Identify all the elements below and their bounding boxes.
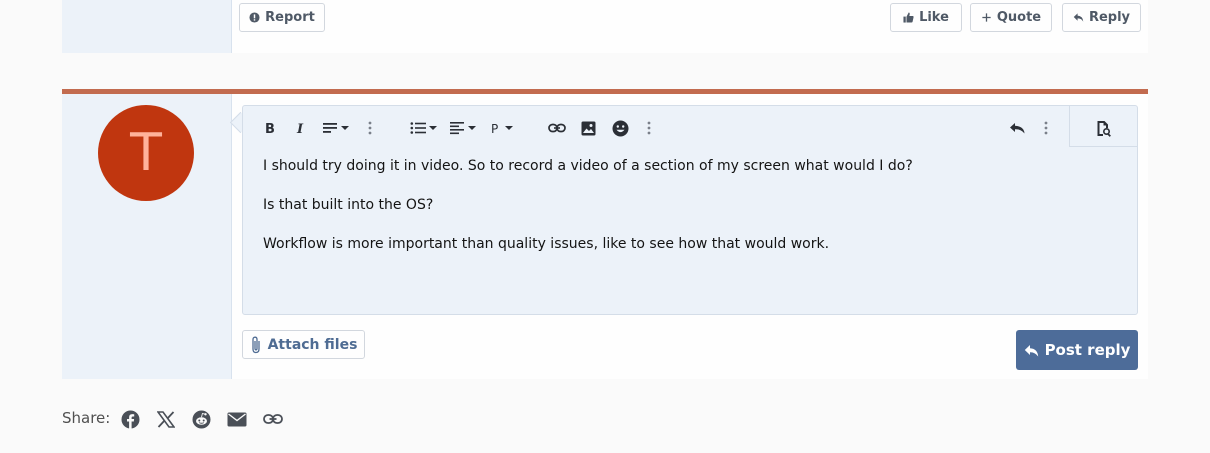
more-editor-options-button[interactable]: [1044, 119, 1048, 137]
paragraph-format-button[interactable]: [322, 119, 349, 137]
insert-link-button[interactable]: [548, 119, 566, 137]
avatar[interactable]: T: [98, 105, 194, 201]
chevron-down-icon: [341, 126, 349, 130]
attach-files-label: Attach files: [267, 336, 358, 353]
reply-label: Reply: [1088, 10, 1131, 25]
list-button[interactable]: [410, 119, 437, 137]
facebook-icon: [121, 410, 139, 428]
paragraph-format-icon: [323, 123, 337, 133]
plus-icon: [982, 13, 991, 22]
attach-files-button[interactable]: Attach files: [242, 330, 365, 359]
chevron-down-icon: [505, 126, 513, 130]
svg-text:B: B: [265, 122, 275, 136]
thumbs-up-icon: [903, 12, 914, 23]
more-vertical-icon: [1044, 121, 1048, 135]
chevron-down-icon: [429, 126, 437, 130]
x-share-button[interactable]: [155, 408, 177, 430]
email-icon: [227, 412, 247, 426]
message-line: I should try doing it in video. So to re…: [263, 158, 913, 174]
quote-button[interactable]: Quote: [970, 3, 1052, 32]
more-vertical-icon: [647, 121, 651, 135]
like-label: Like: [919, 10, 949, 25]
message-line: Workflow is more important than quality …: [263, 236, 830, 252]
more-insert-options-button[interactable]: [647, 119, 651, 137]
like-button[interactable]: Like: [890, 3, 962, 32]
more-vertical-icon: [368, 121, 372, 135]
align-left-icon: [450, 122, 464, 135]
link-icon: [263, 414, 283, 424]
list-icon: [410, 122, 426, 134]
reply-icon: [1073, 13, 1084, 22]
reply-button[interactable]: Reply: [1062, 3, 1141, 32]
italic-button[interactable]: I: [295, 119, 309, 137]
message-line: Is that built into the OS?: [263, 197, 434, 213]
report-label: Report: [265, 10, 315, 25]
insert-image-button[interactable]: [581, 119, 596, 137]
paragraph-style-button[interactable]: P: [490, 119, 513, 137]
more-options-button[interactable]: [368, 119, 372, 137]
svg-text:P: P: [491, 122, 498, 135]
post-reply-label: Post reply: [1044, 341, 1131, 359]
copy-link-button[interactable]: [262, 408, 284, 430]
undo-button[interactable]: [1009, 119, 1026, 137]
quote-label: Quote: [996, 10, 1042, 25]
preview-icon: [1097, 120, 1111, 137]
svg-text:I: I: [296, 122, 304, 136]
reddit-icon: [192, 410, 210, 428]
italic-icon: I: [296, 122, 304, 136]
reply-icon: [1024, 344, 1038, 356]
reddit-share-button[interactable]: [190, 408, 212, 430]
emoji-button[interactable]: [612, 119, 629, 137]
bold-icon: B: [265, 122, 275, 136]
previous-post-user-column: [62, 0, 232, 53]
paragraph-style-icon: P: [491, 122, 498, 135]
preview-button[interactable]: [1096, 119, 1112, 137]
align-button[interactable]: [449, 119, 476, 137]
share-label: Share:: [62, 409, 111, 427]
alert-icon: [249, 12, 260, 23]
bold-button[interactable]: B: [263, 119, 277, 137]
undo-icon: [1010, 123, 1025, 134]
x-icon: [157, 410, 175, 428]
link-icon: [548, 123, 566, 133]
facebook-share-button[interactable]: [119, 408, 141, 430]
report-button[interactable]: Report: [239, 3, 325, 32]
image-icon: [581, 121, 596, 135]
post-reply-button[interactable]: Post reply: [1016, 330, 1138, 370]
paperclip-icon: [251, 336, 260, 353]
previous-post-footer: Report Like Quote Reply: [232, 0, 1148, 53]
emoji-icon: [612, 120, 629, 136]
chevron-down-icon: [468, 126, 476, 130]
email-share-button[interactable]: [226, 408, 248, 430]
